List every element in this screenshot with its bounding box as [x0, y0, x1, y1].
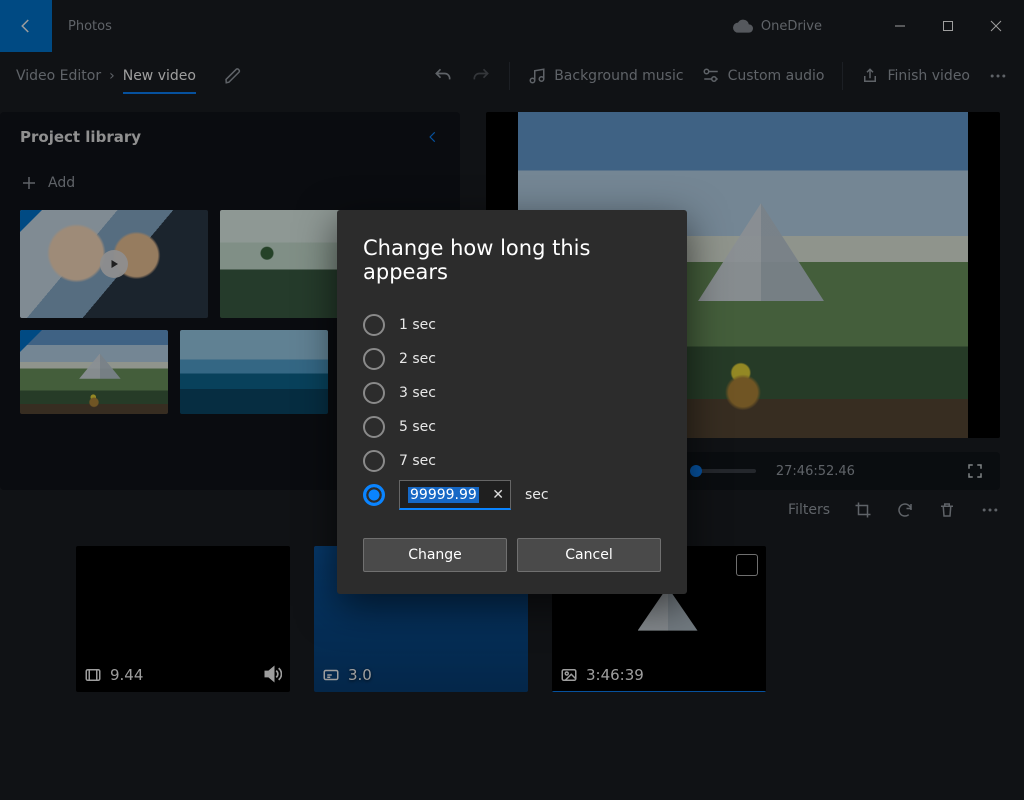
redo-button[interactable] — [471, 66, 491, 86]
duration-option[interactable]: 1 sec — [363, 308, 661, 342]
ellipsis-icon — [988, 66, 1008, 86]
dialog-title: Change how long this appears — [363, 236, 661, 284]
delete-button[interactable] — [938, 501, 956, 519]
play-icon — [100, 250, 128, 278]
rotate-icon — [896, 501, 914, 519]
audio-settings-icon — [702, 67, 720, 85]
radio-unchecked-icon — [363, 382, 385, 404]
custom-audio-label: Custom audio — [728, 68, 825, 84]
duration-option-label: 2 sec — [399, 351, 436, 367]
chevron-left-icon — [426, 130, 440, 144]
radio-unchecked-icon — [363, 416, 385, 438]
duration-option-custom[interactable]: 99999.99 ✕ sec — [363, 480, 661, 510]
duration-option[interactable]: 7 sec — [363, 444, 661, 478]
project-title[interactable]: New video — [123, 68, 196, 94]
storyboard-clip[interactable]: 9.44 — [76, 546, 290, 692]
finish-video-button[interactable]: Finish video — [861, 67, 970, 85]
used-in-project-tag — [20, 210, 42, 232]
ellipsis-icon — [980, 500, 1000, 520]
collapse-library-button[interactable] — [426, 130, 440, 144]
onedrive-label: OneDrive — [761, 19, 822, 34]
finish-video-label: Finish video — [887, 68, 970, 84]
minimize-button[interactable] — [878, 10, 922, 42]
duration-option[interactable]: 3 sec — [363, 376, 661, 410]
back-button[interactable] — [0, 0, 52, 52]
timeline-slider[interactable] — [696, 469, 756, 473]
radio-unchecked-icon — [363, 348, 385, 370]
library-item[interactable] — [180, 330, 328, 414]
chevron-right-icon: › — [109, 68, 115, 84]
library-item[interactable] — [20, 330, 168, 414]
duration-option-label: 1 sec — [399, 317, 436, 333]
used-in-project-tag — [20, 330, 42, 352]
maximize-button[interactable] — [926, 10, 970, 42]
title-bar: Photos OneDrive — [0, 0, 1024, 52]
music-icon — [528, 67, 546, 85]
duration-option[interactable]: 2 sec — [363, 342, 661, 376]
onedrive-status[interactable]: OneDrive — [733, 19, 822, 34]
rename-button[interactable] — [224, 67, 242, 85]
rotate-button[interactable] — [896, 501, 914, 519]
filters-label: Filters — [788, 502, 830, 518]
radio-unchecked-icon — [363, 450, 385, 472]
custom-duration-input[interactable]: 99999.99 ✕ — [399, 480, 511, 510]
redo-icon — [471, 66, 491, 86]
more-button[interactable] — [988, 66, 1008, 86]
app-root: Photos OneDrive Video Editor › New video — [0, 0, 1024, 800]
selection-checkbox[interactable] — [736, 554, 758, 576]
background-music-label: Background music — [554, 68, 683, 84]
crop-icon — [854, 501, 872, 519]
library-item[interactable] — [20, 210, 208, 318]
clear-input-button[interactable]: ✕ — [492, 487, 504, 503]
audio-icon — [262, 664, 282, 684]
cloud-icon — [733, 19, 753, 33]
radio-checked-icon — [363, 484, 385, 506]
window-controls — [878, 10, 1018, 42]
project-library-title: Project library — [20, 128, 141, 146]
export-icon — [861, 67, 879, 85]
breadcrumb-root[interactable]: Video Editor — [16, 68, 101, 84]
total-time: 27:46:52.46 — [776, 464, 855, 479]
background-music-button[interactable]: Background music — [528, 67, 683, 85]
fullscreen-icon — [966, 462, 984, 480]
custom-duration-value: 99999.99 — [408, 487, 479, 503]
add-media-button[interactable]: Add — [20, 174, 440, 192]
crop-button[interactable] — [854, 501, 872, 519]
app-title: Photos — [68, 19, 112, 34]
editor-toolbar: Video Editor › New video Background musi… — [0, 52, 1024, 100]
duration-option-label: 5 sec — [399, 419, 436, 435]
trash-icon — [938, 501, 956, 519]
add-media-label: Add — [48, 175, 75, 191]
close-button[interactable] — [974, 10, 1018, 42]
title-card-icon — [322, 666, 340, 684]
clip-duration: 3:46:39 — [586, 666, 644, 684]
breadcrumb: Video Editor › New video — [16, 67, 242, 85]
fullscreen-button[interactable] — [964, 460, 986, 482]
cancel-button[interactable]: Cancel — [517, 538, 661, 572]
duration-option-label: 3 sec — [399, 385, 436, 401]
undo-icon — [433, 66, 453, 86]
clip-duration: 9.44 — [110, 666, 143, 684]
change-button[interactable]: Change — [363, 538, 507, 572]
duration-option[interactable]: 5 sec — [363, 410, 661, 444]
custom-duration-unit: sec — [525, 487, 549, 503]
image-icon — [560, 666, 578, 684]
duration-dialog: Change how long this appears 1 sec 2 sec… — [337, 210, 687, 594]
video-clip-icon — [84, 666, 102, 684]
pencil-icon — [224, 67, 242, 85]
undo-button[interactable] — [433, 66, 453, 86]
storyboard-more-button[interactable] — [980, 500, 1000, 520]
radio-unchecked-icon — [363, 314, 385, 336]
custom-audio-button[interactable]: Custom audio — [702, 67, 825, 85]
plus-icon — [20, 174, 38, 192]
clip-duration: 3.0 — [348, 666, 372, 684]
filters-button[interactable]: Filters — [788, 502, 830, 518]
duration-option-label: 7 sec — [399, 453, 436, 469]
